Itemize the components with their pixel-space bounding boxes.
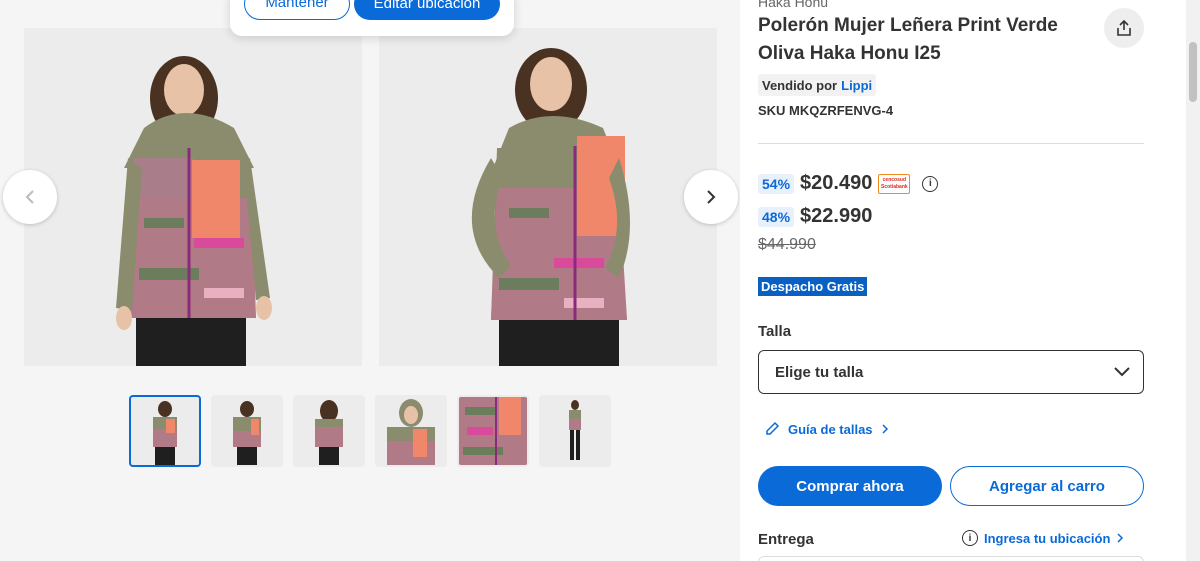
add-to-cart-button[interactable]: Agregar al carro — [950, 466, 1144, 506]
size-label: Talla — [758, 323, 792, 340]
size-select-placeholder: Elige tu talla — [775, 363, 864, 381]
cmr-card-icon: cencosud Scotiabank — [878, 173, 911, 194]
free-shipping-badge: Despacho Gratis — [758, 277, 868, 296]
product-brand[interactable]: Haka Honu — [758, 0, 828, 10]
size-guide-label: Guía de tallas — [788, 421, 873, 437]
product-image-side[interactable] — [379, 28, 717, 366]
product-gallery: Mantener Editar ubicación — [0, 0, 740, 561]
enter-location-label: Ingresa tu ubicación — [984, 530, 1111, 546]
thumbnail-item[interactable] — [457, 395, 529, 467]
discount-badge: 48% — [758, 206, 795, 227]
scrollbar[interactable] — [1186, 0, 1200, 561]
size-select[interactable]: Elige tu talla — [758, 350, 1144, 394]
thumbnail-item[interactable] — [211, 395, 283, 467]
price-cmr-row: 54% $20.490 cencosud Scotiabank i — [758, 172, 939, 195]
product-sku: SKU MKQZRFENVG-4 — [758, 103, 894, 118]
edit-location-button[interactable]: Editar ubicación — [354, 0, 500, 20]
gallery-next-button[interactable] — [684, 170, 738, 224]
info-icon[interactable]: i — [922, 175, 939, 192]
chevron-right-icon — [882, 424, 888, 434]
product-info-panel: Haka Honu Polerón Mujer Leñera Print Ver… — [740, 0, 1186, 561]
enter-location-link[interactable]: i Ingresa tu ubicación — [962, 530, 1124, 546]
info-icon: i — [962, 530, 978, 546]
chevron-right-icon — [1117, 533, 1124, 543]
seller-link[interactable]: Lippi — [841, 78, 872, 93]
thumbnail-strip — [129, 395, 611, 467]
size-guide-link[interactable]: Guía de tallas — [764, 421, 889, 437]
gallery-prev-button[interactable] — [3, 170, 57, 224]
scrollbar-thumb[interactable] — [1189, 42, 1197, 102]
pencil-icon — [766, 421, 780, 435]
chevron-right-icon — [707, 190, 716, 204]
price-internet-row: 48% $22.990 — [758, 205, 872, 228]
delivery-options-box — [758, 556, 1144, 561]
product-title: Polerón Mujer Leñera Print Verde Oliva H… — [758, 15, 1058, 64]
thumbnail-item[interactable] — [293, 395, 365, 467]
price-cmr: $20.490 — [800, 172, 873, 194]
thumbnail-item[interactable] — [129, 395, 201, 467]
price-normal: $44.990 — [758, 236, 816, 253]
divider — [758, 143, 1144, 144]
chevron-left-icon — [25, 190, 34, 204]
keep-location-button[interactable]: Mantener — [244, 0, 350, 20]
location-popup: Mantener Editar ubicación — [230, 0, 514, 36]
seller-info: Vendido por Lippi — [758, 74, 877, 96]
price-internet: $22.990 — [800, 205, 873, 227]
thumbnail-item[interactable] — [375, 395, 447, 467]
share-button[interactable] — [1104, 8, 1144, 48]
buy-now-button[interactable]: Comprar ahora — [758, 466, 942, 506]
thumbnail-item[interactable] — [539, 395, 611, 467]
chevron-down-icon — [1114, 367, 1130, 377]
seller-prefix: Vendido por — [762, 77, 838, 93]
share-icon — [1117, 19, 1131, 36]
product-image-front[interactable] — [24, 28, 362, 366]
delivery-label: Entrega — [758, 531, 814, 548]
discount-badge: 54% — [758, 173, 795, 194]
